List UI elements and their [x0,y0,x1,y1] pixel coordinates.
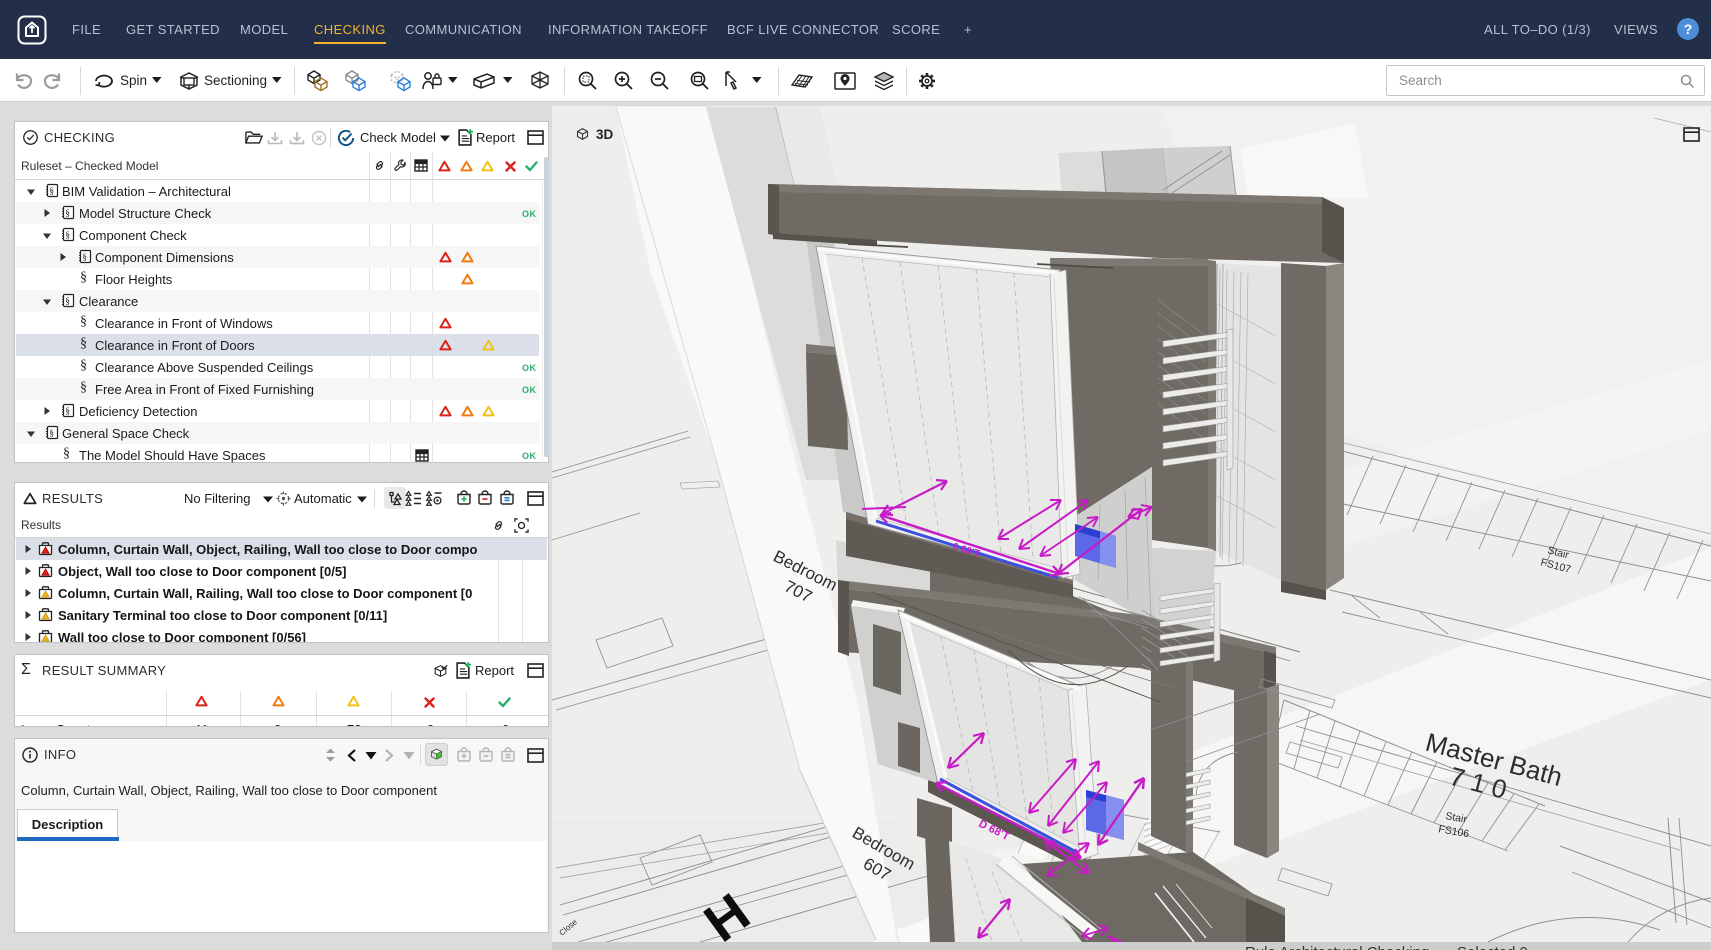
svg-text:§: § [65,297,70,307]
svg-text:§: § [49,429,54,439]
svg-text:§: § [65,209,70,219]
svg-text:§: § [82,253,87,263]
svg-text:§: § [65,407,70,417]
svg-text:§: § [65,231,70,241]
svg-text:§: § [49,187,54,197]
